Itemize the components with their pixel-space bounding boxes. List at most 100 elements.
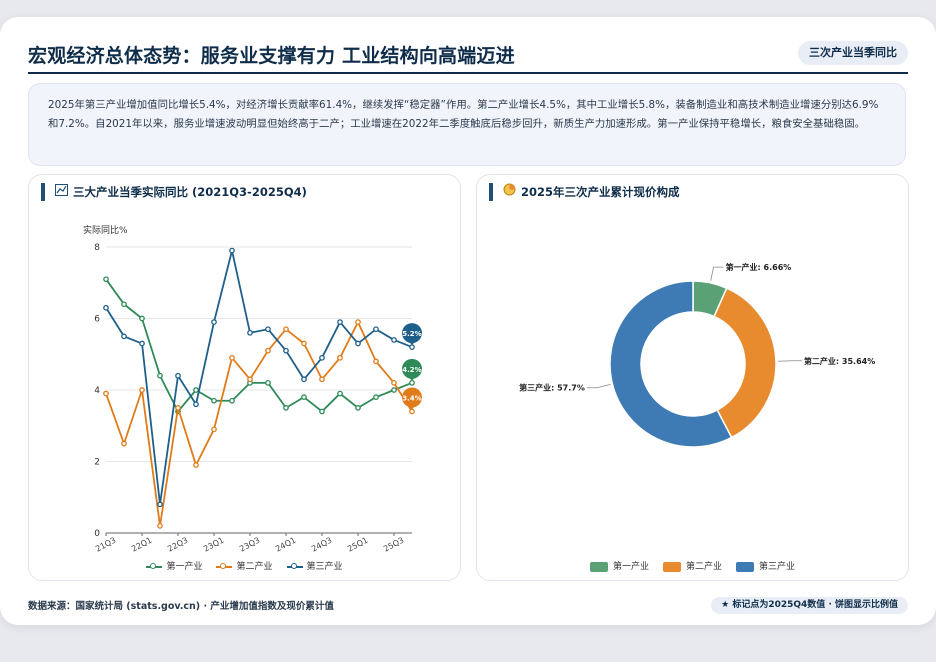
x-tick-label: 22Q1 — [130, 536, 153, 554]
legend-label: 第一产业 — [612, 562, 649, 572]
data-point — [157, 522, 163, 529]
summary-box: 2025年第三产业增加值同比增长5.4%，对经济增长贡献率61.4%，继续发挥“… — [28, 83, 906, 166]
slice-label-leader — [586, 383, 611, 389]
y-axis-label: 实际同比% — [83, 224, 128, 236]
legend-item[interactable]: 第二产业 — [662, 559, 722, 572]
legend-label: 第一产业 — [166, 562, 203, 572]
data-point — [355, 319, 361, 325]
legend-item[interactable]: 第三产业 — [736, 559, 795, 572]
data-point — [319, 408, 325, 415]
x-tick-label: 25Q3 — [382, 536, 405, 554]
x-tick-label: 23Q3 — [238, 536, 261, 554]
data-point — [283, 347, 289, 354]
line-chart-legend: 第一产业 第二产业 第三产业 — [29, 559, 460, 572]
data-point — [391, 380, 397, 386]
data-point — [265, 326, 271, 333]
data-point — [193, 387, 199, 393]
data-point — [301, 340, 307, 347]
x-tick-label: 25Q1 — [346, 536, 369, 554]
data-point — [193, 462, 199, 468]
legend-marker — [146, 562, 163, 569]
footer-note-badge: ★ 标记点为2025Q4数值 · 饼图显示比例值 — [711, 597, 908, 614]
title-divider — [28, 72, 908, 74]
legend-swatch — [662, 561, 681, 572]
donut-chart-legend: 第一产业 第二产业 第三产业 — [477, 559, 908, 572]
line-chart-title-text: 三大产业当季实际同比 (2021Q3-2025Q4) — [73, 185, 307, 199]
data-point — [121, 301, 127, 308]
data-point — [337, 319, 343, 325]
legend-item[interactable]: 第一产业 — [589, 559, 649, 572]
end-label: 5.2% — [402, 330, 421, 338]
data-point — [211, 426, 217, 433]
legend-swatch — [589, 561, 608, 572]
data-point — [193, 401, 199, 408]
section-badge[interactable]: 三次产业当季同比 — [798, 41, 908, 65]
slice-label: 第一产业: 6.66% — [726, 262, 792, 272]
data-point — [175, 372, 181, 379]
line-chart: 实际同比%0246821Q3 22Q1 22Q3 23Q1 23Q3 24Q1 24Q3 25… — [83, 224, 422, 554]
data-point — [103, 276, 109, 283]
data-point — [355, 405, 361, 411]
data-point — [139, 315, 145, 322]
data-point — [337, 390, 343, 397]
y-tick-label: 2 — [94, 458, 100, 468]
legend-swatch — [736, 561, 754, 572]
legend-item[interactable]: 第一产业 — [146, 559, 202, 572]
donut-chart-title: 2025年三次产业累计现价构成 — [489, 183, 680, 201]
donut-chart-title-text: 2025年三次产业累计现价构成 — [521, 185, 680, 199]
legend-label: 第二产业 — [685, 562, 722, 572]
data-point — [211, 397, 217, 404]
data-point — [409, 344, 415, 350]
data-point — [391, 337, 397, 343]
data-point — [265, 347, 271, 354]
y-tick-label: 4 — [94, 386, 100, 396]
legend-label: 第三产业 — [759, 562, 796, 572]
y-tick-label: 8 — [94, 243, 100, 253]
x-tick-label: 23Q1 — [202, 536, 225, 554]
data-source: 数据来源：国家统计局 (stats.gov.cn) · 产业增加值指数及现价累计… — [28, 601, 334, 612]
x-tick-label: 24Q1 — [274, 536, 297, 554]
data-point — [211, 319, 217, 325]
legend-marker — [216, 562, 233, 569]
data-point — [265, 380, 271, 386]
x-tick-label: 24Q3 — [310, 536, 333, 554]
legend-item[interactable]: 第三产业 — [286, 559, 343, 572]
donut-chart-card: 2025年三次产业累计现价构成 第一产业: 6.66% 第二产业: 35.64% 第… — [476, 174, 909, 581]
line-chart-card: 三大产业当季实际同比 (2021Q3-2025Q4) 实际同比% 0 2 4 6 8 21Q… — [28, 174, 461, 581]
data-point — [283, 405, 289, 411]
slice-label-leader — [710, 266, 724, 281]
data-point — [301, 394, 307, 400]
data-point — [409, 408, 415, 415]
donut-chart: 第一产业: 6.66% 第二产业: 35.64% 第三产业: 57.7% — [519, 262, 875, 448]
slice-label: 第三产业: 57.7% — [519, 383, 585, 393]
report-page: 宏观经济总体态势：服务业支撑有力 工业结构向高端迈进 三次产业当季同比 2025… — [0, 17, 936, 625]
data-point — [121, 440, 127, 447]
data-point — [319, 376, 325, 383]
data-point — [409, 380, 415, 386]
data-point — [157, 372, 163, 379]
data-point — [103, 390, 109, 397]
legend-label: 第三产业 — [306, 562, 343, 572]
data-point — [319, 354, 325, 361]
data-point — [373, 326, 379, 333]
line-chart-title: 三大产业当季实际同比 (2021Q3-2025Q4) — [41, 183, 307, 201]
end-label: 3.4% — [402, 394, 421, 402]
data-point — [247, 376, 253, 383]
legend-item[interactable]: 第二产业 — [216, 559, 273, 572]
x-tick-label: 22Q3 — [166, 536, 189, 554]
data-point — [121, 333, 127, 340]
chart-icon — [55, 183, 69, 201]
legend-label: 第二产业 — [236, 562, 273, 572]
summary-text: 2025年第三产业增加值同比增长5.4%，对经济增长贡献率61.4%，继续发挥“… — [48, 99, 879, 130]
data-point — [301, 376, 307, 383]
data-point — [175, 405, 181, 411]
data-point — [373, 394, 379, 400]
data-point — [157, 501, 163, 508]
data-point — [337, 354, 343, 361]
y-tick-label: 6 — [94, 315, 100, 325]
data-point — [229, 354, 235, 361]
data-point — [229, 247, 235, 254]
data-point — [139, 387, 145, 393]
end-label: 4.2% — [402, 366, 421, 374]
slice-label: 第二产业: 35.64% — [804, 356, 875, 366]
